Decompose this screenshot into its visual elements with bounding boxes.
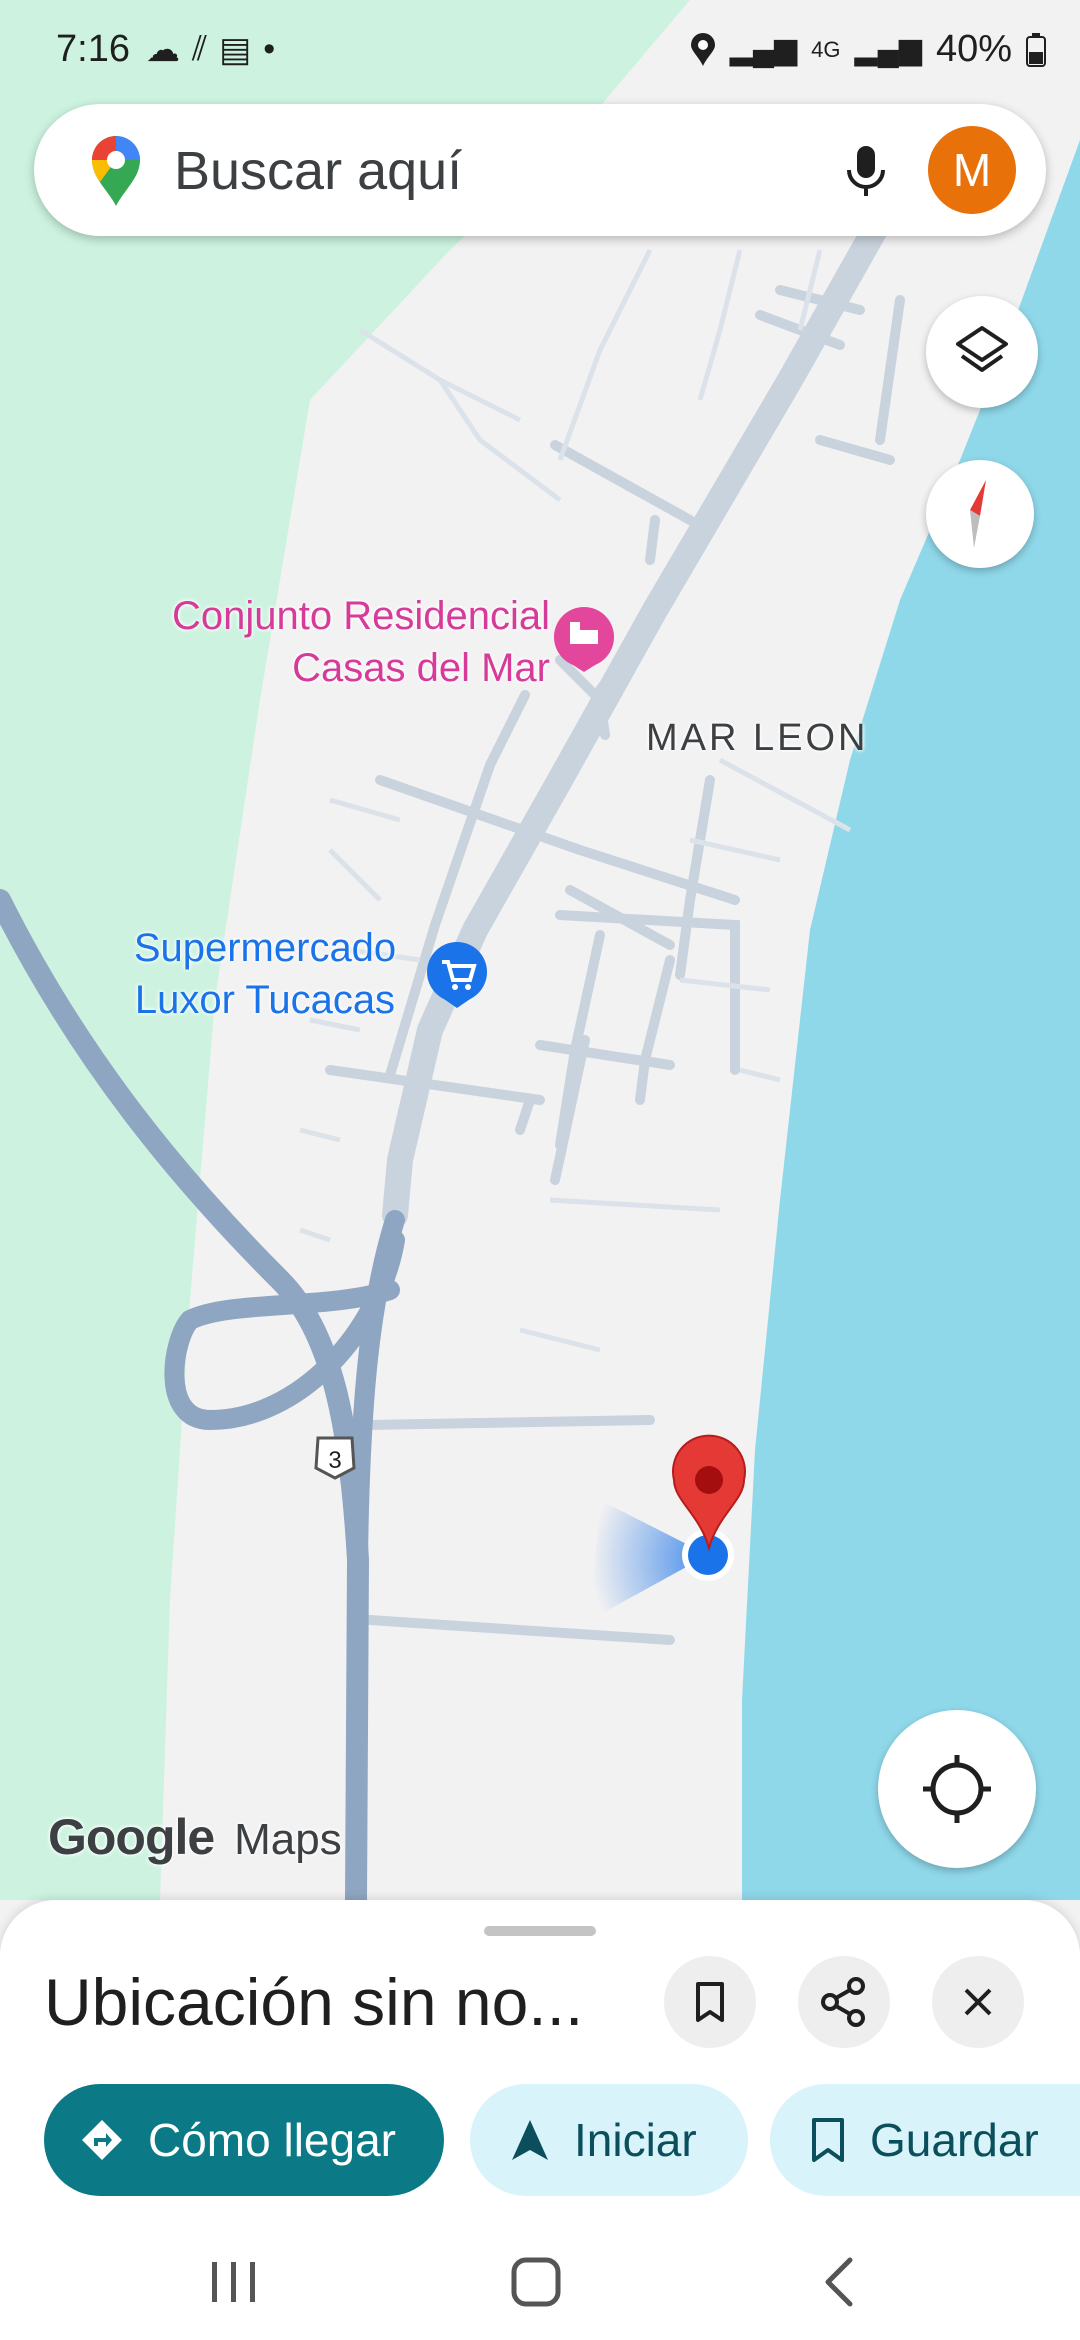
search-input[interactable]: Buscar aquí — [174, 140, 462, 202]
close-icon — [964, 1988, 992, 2016]
market-label-line2: Luxor Tucacas — [134, 978, 396, 1022]
neighborhood-label: MAR LEON — [646, 717, 869, 759]
dot-icon: • — [263, 30, 276, 68]
sheet-drag-handle[interactable] — [484, 1926, 596, 1936]
battery-percent: 40% — [935, 28, 1012, 70]
bookmark-icon — [696, 1982, 724, 2022]
directions-button[interactable]: Cómo llegar — [44, 2084, 444, 2196]
hotel-label-line2: Casas del Mar — [292, 646, 550, 690]
start-label: Iniciar — [574, 2114, 697, 2166]
bed-icon — [570, 630, 598, 644]
signal-icon: ▂▄▆ — [729, 33, 798, 66]
my-location-button[interactable] — [878, 1710, 1036, 1868]
compass-button[interactable] — [926, 460, 1034, 568]
share-icon — [821, 1977, 865, 2027]
wifi-calling-icon: ⫽ — [192, 30, 208, 68]
share-button[interactable] — [798, 1956, 890, 2048]
layers-icon — [956, 326, 1008, 372]
route-3-label: 3 — [328, 1447, 341, 1474]
status-time: 7:16 — [56, 28, 130, 70]
watermark-maps: Maps — [234, 1815, 342, 1864]
system-nav-bar — [0, 2220, 1080, 2340]
battery-icon — [1026, 32, 1046, 67]
directions-label: Cómo llegar — [148, 2114, 396, 2166]
compass-icon — [970, 480, 986, 548]
market-poi-label[interactable]: Supermercado Luxor Tucacas — [110, 922, 420, 1026]
recents-icon[interactable] — [206, 2256, 262, 2308]
save-label: Guardar — [870, 2114, 1039, 2166]
mic-icon[interactable] — [830, 134, 902, 206]
back-icon[interactable] — [818, 2254, 858, 2310]
close-button[interactable] — [932, 1956, 1024, 2048]
calendar-icon: ▤ — [219, 31, 252, 69]
route-3-shield: 3 — [314, 1436, 356, 1480]
search-bar[interactable]: Buscar aquí M — [34, 104, 1046, 236]
market-label-line1: Supermercado — [133, 926, 397, 970]
directions-icon — [82, 2120, 122, 2160]
crosshair-icon — [923, 1755, 991, 1823]
place-title: Ubicación sin no... — [44, 1965, 584, 2039]
status-bar: 7:16 ☁ ⫽ ▤ • ▂▄▆ 4G ▂▄▆ 40% — [0, 0, 1080, 100]
location-status-icon — [690, 32, 715, 66]
account-avatar[interactable]: M — [928, 126, 1016, 214]
navigation-arrow-icon — [512, 2120, 548, 2160]
save-button[interactable]: Guardar — [770, 2084, 1080, 2196]
home-icon[interactable] — [508, 2254, 564, 2310]
start-button[interactable]: Iniciar — [470, 2084, 748, 2196]
watermark-google: Google — [48, 1809, 215, 1865]
bookmark-outline-icon — [812, 2118, 844, 2162]
hotel-label-line1: Conjunto Residencial — [171, 594, 550, 638]
network-type: 4G — [811, 36, 841, 62]
weather-icon: ☁ — [146, 31, 180, 69]
signal-icon-2: ▂▄▆ — [854, 33, 922, 66]
hotel-poi-label[interactable]: Conjunto Residencial Casas del Mar — [120, 590, 550, 694]
google-maps-watermark: Google Maps — [48, 1808, 342, 1866]
bookmark-button[interactable] — [664, 1956, 756, 2048]
google-maps-logo — [92, 136, 140, 206]
layers-button[interactable] — [926, 296, 1038, 408]
